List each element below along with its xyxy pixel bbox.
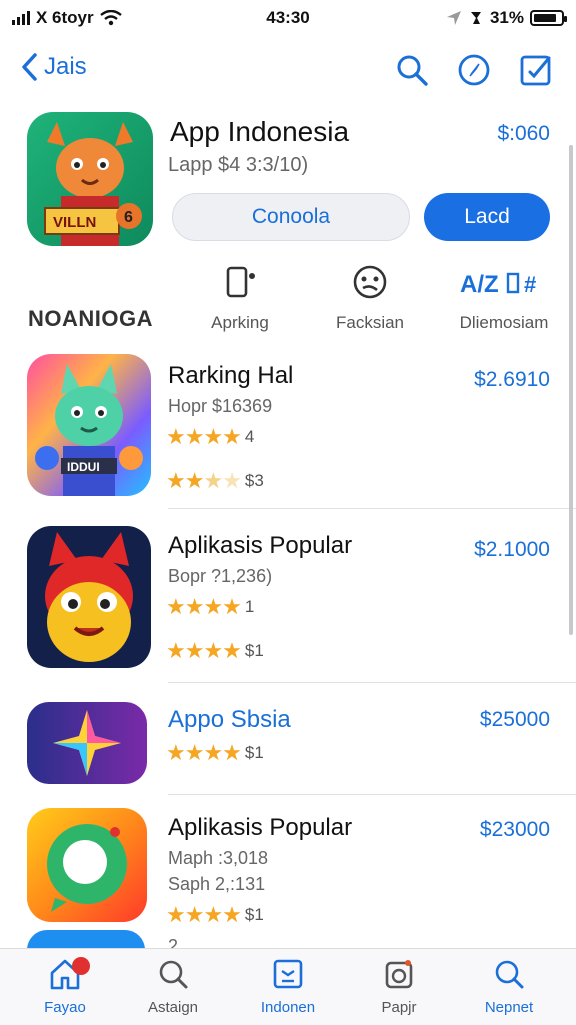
section-label: NOANIOGA (28, 306, 153, 331)
app-title: Rarking Hal (168, 362, 294, 389)
category-label: Dliemosiam (459, 313, 549, 332)
location-icon (446, 11, 461, 25)
category-dliemosiam[interactable]: A/Z # Dliemosiam (452, 262, 556, 333)
star-rating-icon: ★★★★ (166, 740, 242, 765)
face-icon (353, 265, 387, 299)
alarm-icon (470, 12, 481, 24)
compose-icon[interactable] (518, 52, 554, 88)
app-icon (27, 702, 147, 784)
rating-value: $3 (244, 471, 264, 490)
search-icon (159, 960, 188, 989)
tab-papjr[interactable]: Papjr (344, 957, 454, 1016)
back-button[interactable]: Jais (20, 52, 87, 82)
rating-value: $1 (244, 743, 264, 762)
hero-price: $:060 (497, 122, 550, 145)
camera-icon (385, 960, 413, 989)
category-label: Facksian (335, 313, 405, 332)
rating-value: 1 (244, 597, 255, 616)
calendar-icon (273, 959, 303, 989)
app-icon-text: IDDUI (67, 460, 100, 474)
app-icon (27, 808, 147, 922)
chevron-left-icon (22, 53, 37, 81)
hero-subtitle: Lapp $4 3:3/10) (168, 154, 309, 176)
status-bar: X 6toyr 43:30 31% (0, 0, 576, 36)
rating-value: $1 (244, 905, 264, 924)
app-icon (27, 526, 151, 668)
tab-label: Astaign (147, 999, 199, 1016)
search-icon (495, 960, 524, 989)
nav-actions (394, 52, 554, 88)
secondary-button[interactable]: Conoola (172, 193, 410, 241)
app-subtitle: Bopr ?1,236) (168, 566, 273, 586)
app-subtitle-secondary: Saph 2,:131 (168, 874, 266, 894)
app-price[interactable]: $23000 (480, 818, 550, 842)
list-item-partial[interactable]: 2 (0, 930, 576, 948)
hero-app-icon[interactable]: VILLN 6 (27, 112, 153, 246)
hero-icon-text: VILLN (53, 214, 96, 231)
tab-label: Fayao (44, 999, 86, 1016)
tab-fayao[interactable]: Fayao (10, 957, 120, 1016)
rating-row: ★★★★ 1 (166, 594, 254, 620)
category-label: Aprking (211, 313, 269, 332)
svg-text:#: # (524, 272, 536, 297)
tab-indonen[interactable]: Indonen (233, 957, 343, 1016)
divider (168, 508, 576, 509)
list-item[interactable]: IDDUI Rarking Hal Hopr $16369 $2.6910 ★★… (0, 354, 576, 510)
rating-row: ★★★★ $1 (166, 740, 264, 766)
app-subtitle: Hopr $16369 (168, 396, 273, 416)
tab-bar: Fayao Astaign Indonen Papjr Nepnet (0, 948, 576, 1025)
tab-label: Nepnet (484, 999, 534, 1016)
rating-row: ★★★★ $1 (166, 638, 264, 664)
app-title: Appo Sbsia (168, 706, 291, 733)
app-price[interactable]: $25000 (480, 708, 550, 732)
app-icon: IDDUI (27, 354, 151, 496)
rating-row: ★★★★ 4 (166, 424, 254, 450)
star-rating-icon: ★★★★ (166, 424, 242, 449)
list-item[interactable]: Appo Sbsia $25000 ★★★★ $1 (0, 700, 576, 796)
app-price[interactable]: $2.1000 (474, 538, 550, 562)
app-subtitle: Maph :3,018 (168, 848, 269, 868)
divider (168, 794, 576, 795)
tab-label: Papjr (381, 999, 417, 1016)
app-title: Aplikasis Popular (168, 532, 353, 559)
star-rating-icon: ★★★★ (166, 638, 242, 663)
scrollbar[interactable] (569, 145, 573, 635)
rating-value: 4 (244, 427, 255, 446)
tab-label: Indonen (260, 999, 316, 1016)
tab-astaign[interactable]: Astaign (118, 957, 228, 1016)
nav-bar: Jais (0, 46, 576, 96)
rating-row: ★★★★ $1 (166, 902, 264, 928)
battery-percent: 31% (489, 8, 524, 27)
list-item[interactable]: Aplikasis Popular Bopr ?1,236) $2.1000 ★… (0, 526, 576, 683)
battery-icon (530, 10, 567, 26)
primary-button[interactable]: Lacd (424, 193, 550, 241)
az-icon: A/Z # (460, 271, 536, 298)
search-icon[interactable] (394, 52, 430, 88)
app-icon (27, 930, 145, 948)
list-item[interactable]: Aplikasis Popular Maph :3,018 Saph 2,:13… (0, 808, 576, 934)
svg-text:A/Z: A/Z (460, 271, 499, 298)
hero-icon-badge: 6 (124, 209, 133, 226)
app-price[interactable]: $2.6910 (474, 368, 550, 392)
star-rating-icon: ★★★★ (166, 594, 242, 619)
star-rating-icon: ★★★★ (166, 902, 242, 927)
category-aprking[interactable]: Aprking (200, 262, 280, 333)
rating-value: $1 (244, 641, 264, 660)
compass-icon[interactable] (456, 52, 492, 88)
divider (168, 682, 576, 683)
phone-icon (226, 266, 255, 298)
rating-row: ★★★★ $3 (166, 468, 264, 494)
back-label: Jais (44, 53, 87, 80)
tab-nepnet[interactable]: Nepnet (454, 957, 564, 1016)
app-subtitle: 2 (168, 936, 179, 948)
app-title: Aplikasis Popular (168, 814, 353, 841)
category-facksian[interactable]: Facksian (328, 262, 412, 333)
status-right: 31% (446, 8, 567, 28)
star-rating-icon: ★★★★ (166, 468, 242, 493)
notification-badge (72, 957, 90, 975)
hero-title: App Indonesia (170, 116, 350, 147)
